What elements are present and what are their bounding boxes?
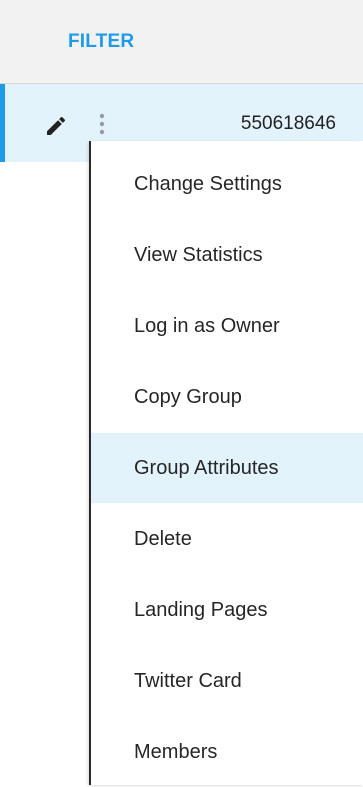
more-vertical-icon[interactable] bbox=[94, 111, 110, 139]
menu-item-copy-group[interactable]: Copy Group bbox=[91, 362, 363, 432]
table-header: FILTER bbox=[0, 0, 363, 84]
menu-item-log-in-as-owner[interactable]: Log in as Owner bbox=[91, 291, 363, 361]
row-selected-indicator bbox=[0, 84, 5, 162]
menu-item-group-attributes[interactable]: Group Attributes bbox=[91, 433, 363, 503]
menu-item-view-statistics[interactable]: View Statistics bbox=[91, 220, 363, 290]
menu-item-delete[interactable]: Delete bbox=[91, 504, 363, 574]
menu-item-twitter-card[interactable]: Twitter Card bbox=[91, 646, 363, 716]
row-id: 550618646 bbox=[240, 113, 336, 134]
context-menu: Change Settings View Statistics Log in a… bbox=[89, 141, 363, 785]
menu-item-landing-pages[interactable]: Landing Pages bbox=[91, 575, 363, 645]
menu-item-change-settings[interactable]: Change Settings bbox=[91, 149, 363, 219]
menu-item-members[interactable]: Members bbox=[91, 717, 363, 787]
pencil-icon[interactable] bbox=[44, 114, 68, 138]
filter-label[interactable]: FILTER bbox=[68, 31, 134, 53]
